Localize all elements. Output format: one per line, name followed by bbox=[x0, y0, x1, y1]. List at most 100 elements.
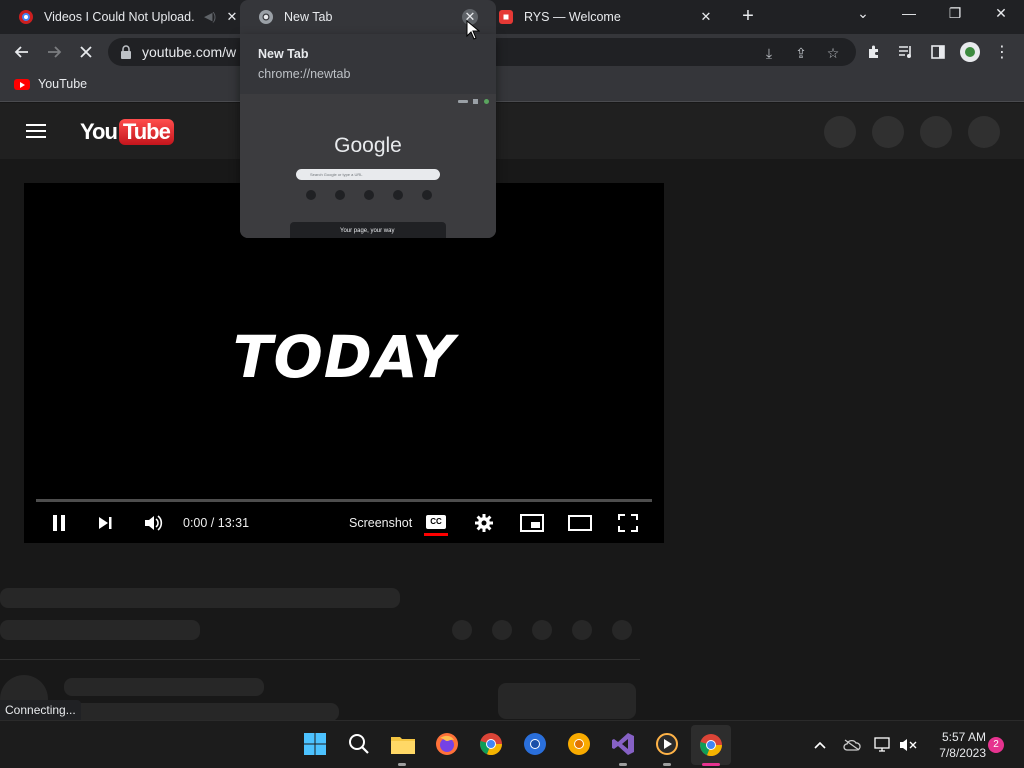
tab-search-icon[interactable]: ⌄ bbox=[851, 5, 875, 27]
notification-badge[interactable]: 2 bbox=[988, 737, 1004, 753]
bookmark-label: YouTube bbox=[38, 77, 88, 91]
preview-search-box: Search Google or type a URL bbox=[296, 169, 440, 180]
chrome-icon[interactable] bbox=[478, 731, 504, 757]
active-indicator bbox=[702, 763, 720, 766]
theater-mode-icon[interactable] bbox=[568, 513, 592, 533]
onedrive-icon[interactable] bbox=[843, 736, 861, 754]
media-control-icon[interactable] bbox=[894, 40, 918, 64]
forward-icon[interactable] bbox=[42, 40, 66, 64]
settings-icon[interactable] bbox=[474, 513, 494, 533]
install-app-icon[interactable]: ⤓ bbox=[760, 44, 778, 62]
subscribe-skeleton bbox=[498, 683, 636, 719]
volume-icon[interactable] bbox=[142, 513, 164, 533]
owner-skeleton bbox=[64, 678, 264, 696]
profile-avatar[interactable] bbox=[960, 42, 980, 62]
shortcut-icon bbox=[393, 190, 403, 200]
subs-skeleton bbox=[64, 703, 339, 720]
clock-date: 7/8/2023 bbox=[939, 746, 986, 760]
fullscreen-icon[interactable] bbox=[618, 513, 638, 533]
pause-icon[interactable] bbox=[50, 513, 68, 533]
tab-rys-welcome[interactable]: RYS — Welcome ✕ bbox=[480, 0, 726, 34]
preview-link bbox=[458, 100, 468, 103]
youtube-studio-icon bbox=[19, 10, 33, 24]
tab-strip: Videos I Could Not Upload... ◀) ✕ New Ta… bbox=[0, 0, 1024, 34]
chrome-canary-icon[interactable] bbox=[566, 731, 592, 757]
title-skeleton bbox=[0, 588, 400, 608]
action-skeleton bbox=[532, 620, 552, 640]
tab-title: Videos I Could Not Upload... bbox=[44, 10, 194, 24]
chrome-icon bbox=[259, 10, 273, 24]
action-skeleton bbox=[572, 620, 592, 640]
visual-studio-icon[interactable] bbox=[610, 731, 636, 757]
player-controls: 0:00 / 13:31 Screenshot CC bbox=[24, 505, 664, 541]
file-explorer-icon[interactable] bbox=[390, 731, 416, 757]
bookmarks-bar: YouTube bbox=[0, 70, 1024, 102]
shortcut-icon bbox=[306, 190, 316, 200]
youtube-logo[interactable]: You Tube bbox=[80, 117, 174, 147]
back-icon[interactable] bbox=[10, 40, 34, 64]
placeholder-circle bbox=[920, 116, 952, 148]
action-skeleton bbox=[612, 620, 632, 640]
placeholder-circle bbox=[968, 116, 1000, 148]
tab-hover-card: New Tab chrome://newtab Google Search Go… bbox=[240, 34, 496, 238]
hover-card-url: chrome://newtab bbox=[258, 67, 351, 81]
tab-videos[interactable]: Videos I Could Not Upload... ◀) ✕ bbox=[0, 0, 246, 34]
url-text: youtube.com/w bbox=[142, 44, 237, 60]
progress-bar[interactable] bbox=[36, 499, 652, 502]
running-indicator bbox=[619, 763, 627, 766]
placeholder-circle bbox=[824, 116, 856, 148]
stop-loading-icon[interactable] bbox=[74, 40, 98, 64]
miniplayer-icon[interactable] bbox=[520, 513, 544, 533]
running-indicator bbox=[398, 763, 406, 766]
chrome-beta-icon[interactable] bbox=[522, 731, 548, 757]
bookmark-star-icon[interactable]: ☆ bbox=[824, 44, 842, 62]
customize-text: Your page, your way bbox=[340, 228, 395, 234]
close-window-button[interactable]: ✕ bbox=[989, 5, 1013, 27]
media-player-icon[interactable] bbox=[654, 731, 680, 757]
placeholder-circle bbox=[872, 116, 904, 148]
video-overlay-text: TODAY bbox=[232, 323, 456, 391]
subtitles-button[interactable]: CC bbox=[426, 515, 446, 529]
extensions-icon[interactable] bbox=[862, 40, 886, 64]
action-skeleton bbox=[452, 620, 472, 640]
hover-card-title: New Tab bbox=[258, 47, 309, 61]
masthead: You Tube bbox=[0, 103, 1024, 159]
tab-preview-thumbnail: Google Search Google or type a URL Your … bbox=[240, 94, 496, 238]
cc-active-indicator bbox=[424, 533, 448, 536]
bookmark-youtube[interactable]: YouTube bbox=[14, 77, 87, 91]
chevron-up-icon[interactable] bbox=[811, 736, 829, 754]
action-skeleton bbox=[492, 620, 512, 640]
system-clock[interactable]: 5:57 AM 7/8/2023 bbox=[926, 729, 986, 761]
time-display: 0:00 / 13:31 bbox=[183, 516, 250, 530]
status-bubble: Connecting... bbox=[0, 700, 81, 720]
close-tab-icon[interactable]: ✕ bbox=[698, 9, 714, 25]
firefox-icon[interactable] bbox=[434, 731, 460, 757]
network-icon[interactable] bbox=[874, 736, 892, 754]
clock-time: 5:57 AM bbox=[941, 730, 986, 744]
divider bbox=[0, 659, 640, 660]
new-tab-button[interactable]: + bbox=[736, 5, 760, 29]
close-tab-icon[interactable]: ✕ bbox=[224, 9, 240, 25]
next-icon[interactable] bbox=[96, 513, 114, 533]
tab-new-tab[interactable]: New Tab ✕ bbox=[240, 0, 496, 34]
mouse-cursor-icon bbox=[466, 20, 480, 40]
customize-banner: Your page, your way bbox=[290, 222, 446, 238]
chrome-active-icon[interactable] bbox=[691, 725, 731, 765]
more-menu-icon[interactable]: ⋮ bbox=[990, 40, 1014, 64]
restore-button[interactable]: ❐ bbox=[943, 5, 967, 27]
volume-muted-icon[interactable] bbox=[899, 736, 917, 754]
audio-icon[interactable]: ◀) bbox=[204, 10, 216, 23]
running-indicator bbox=[663, 763, 671, 766]
add-shortcut-icon bbox=[422, 190, 432, 200]
windows-start-icon[interactable] bbox=[302, 731, 328, 757]
toolbar: youtube.com/w ⤓ ⇪ ☆ ⋮ bbox=[0, 34, 1024, 70]
menu-icon[interactable] bbox=[26, 124, 46, 138]
screenshot-button[interactable]: Screenshot bbox=[349, 516, 412, 530]
minimize-button[interactable]: — bbox=[897, 5, 921, 27]
lock-icon[interactable] bbox=[120, 45, 132, 59]
channel-skeleton bbox=[0, 620, 200, 640]
share-icon[interactable]: ⇪ bbox=[792, 44, 810, 62]
search-icon[interactable] bbox=[346, 731, 372, 757]
avatar bbox=[484, 99, 489, 104]
side-panel-icon[interactable] bbox=[926, 40, 950, 64]
